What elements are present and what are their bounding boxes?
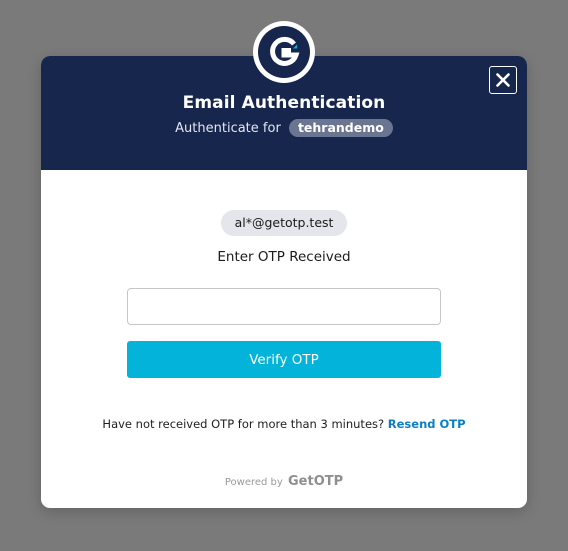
resend-otp-link[interactable]: Resend OTP xyxy=(388,417,466,431)
brand-name: GetOTP xyxy=(288,474,344,489)
verify-otp-button[interactable]: Verify OTP xyxy=(127,341,441,378)
modal-title: Email Authentication xyxy=(182,93,386,113)
otp-label: Enter OTP Received xyxy=(217,249,351,265)
subtitle-text: Authenticate for xyxy=(175,121,281,136)
getotp-logo-icon xyxy=(258,26,310,78)
close-icon xyxy=(496,73,510,87)
powered-by-text: Powered by xyxy=(224,477,283,488)
powered-by: Powered by GetOTP xyxy=(41,474,527,489)
app-name-badge: tehrandemo xyxy=(288,119,393,137)
getotp-logo xyxy=(253,21,315,83)
otp-input[interactable] xyxy=(127,288,441,325)
modal-subtitle: Authenticate for tehrandemo xyxy=(41,119,527,137)
authentication-modal: Email Authentication Authenticate for te… xyxy=(41,21,527,508)
close-button[interactable] xyxy=(489,66,517,94)
email-badge: al*@getotp.test xyxy=(221,210,347,236)
resend-prompt: Have not received OTP for more than 3 mi… xyxy=(102,417,385,431)
resend-row: Have not received OTP for more than 3 mi… xyxy=(41,417,527,431)
